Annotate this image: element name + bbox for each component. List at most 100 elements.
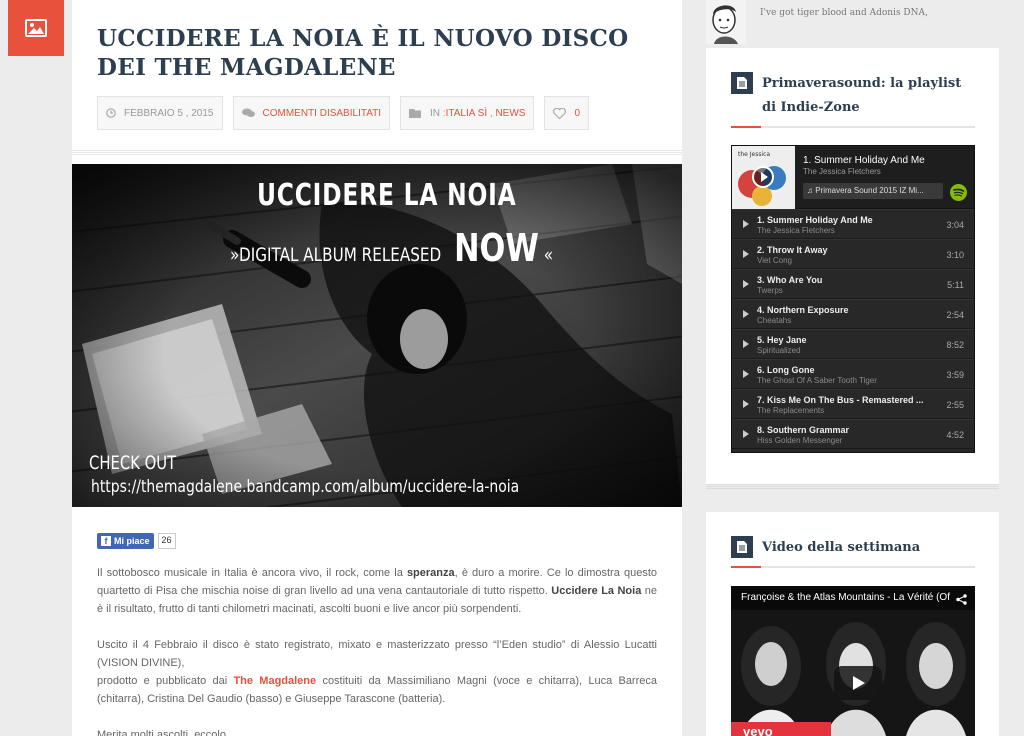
track-artist: The Replacements (757, 406, 825, 415)
post-categories: IN : ITALIA SÌ , NEWS (400, 96, 535, 130)
track-row[interactable]: 4. Northern Exposure Cheatahs 2:54 (732, 299, 974, 329)
video-title[interactable]: Françoise & the Atlas Mountains - La Vér… (741, 592, 951, 603)
p1-bold-album: Uccidere La Noia (551, 585, 642, 597)
track-row[interactable]: 8. Southern Grammar Hiss Golden Messenger… (732, 419, 974, 449)
play-arrow-icon[interactable] (743, 250, 749, 258)
playlist-widget-header: Primaverasound: la playlist di Indie-Zon… (731, 72, 975, 120)
paragraph-3: Merita molti ascolti, eccolo. (97, 729, 230, 736)
track-row[interactable]: 2. Throw It Away Viet Cong 3:10 (732, 239, 974, 269)
hero-now-text: NOW (454, 226, 539, 270)
folder-icon (409, 108, 422, 118)
spotify-player: the Jessica 1. Summer Holiday And Me The… (731, 145, 975, 453)
track-title: 6. Long Gone (757, 365, 815, 375)
track-title: 1. Summer Holiday And Me (757, 215, 873, 225)
spotify-tracklist: 1. Summer Holiday And Me The Jessica Flet… (732, 209, 974, 449)
categories-prefix: IN : (430, 107, 446, 119)
album-cover: the Jessica (732, 146, 795, 209)
post-format-image-badge[interactable] (8, 0, 64, 56)
video-widget-underline (731, 566, 975, 568)
like-button[interactable]: 0 (544, 96, 589, 130)
track-row[interactable]: 5. Hey Jane Spiritualized 8:52 (732, 329, 974, 359)
track-row[interactable]: 1. Summer Holiday And Me The Jessica Flet… (732, 209, 974, 239)
document-icon (731, 536, 753, 558)
play-arrow-icon[interactable] (743, 310, 749, 318)
p1-text-a: Il sottobosco musicale in Italia è ancor… (97, 567, 407, 579)
track-row[interactable]: 6. Long Gone The Ghost Of A Saber Tooth T… (732, 359, 974, 389)
track-artist: Spiritualized (757, 346, 801, 355)
post-title[interactable]: UCCIDERE LA NOIA È IL NUOVO DISCO DEI TH… (97, 24, 667, 82)
track-artist: Viet Cong (757, 256, 792, 265)
like-count: 0 (574, 107, 580, 119)
play-arrow-icon[interactable] (743, 340, 749, 348)
p2-text-a: Uscito il 4 Febbraio il disco è stato re… (97, 639, 657, 669)
playlist-widget-underline (731, 126, 975, 128)
track-title: 2. Throw It Away (757, 245, 828, 255)
track-duration: 2:55 (946, 400, 964, 410)
spotify-play-button[interactable] (752, 166, 774, 188)
article: UCCIDERE LA NOIA È IL NUOVO DISCO DEI TH… (72, 0, 682, 736)
facebook-like-widget: f Mi piace 26 (97, 533, 176, 549)
sidebar-quote-bar: I've got tiger blood and Adonis DNA, (706, 0, 999, 44)
facebook-like-count: 26 (157, 533, 176, 549)
now-playing-title: 1. Summer Holiday And Me (803, 155, 925, 166)
track-artist: The Ghost Of A Saber Tooth Tiger (757, 376, 877, 385)
category-link-news[interactable]: NEWS (495, 108, 525, 119)
image-icon (25, 19, 47, 37)
hero-subline: »DIGITAL ALBUM RELEASED NOW « (230, 226, 553, 270)
comments-icon (241, 108, 255, 118)
post-date: FEBBRAIO 5 , 2015 (97, 96, 223, 130)
avatar (706, 0, 746, 44)
hero-heading: UCCIDERE LA NOIA (257, 178, 517, 213)
play-arrow-icon[interactable] (743, 370, 749, 378)
track-row[interactable]: 3. Who Are You Twerps 5:11 (732, 269, 974, 299)
track-title: 4. Northern Exposure (757, 305, 849, 315)
play-arrow-icon[interactable] (743, 400, 749, 408)
document-icon (731, 72, 753, 94)
track-row[interactable]: 7. Kiss Me On The Bus - Remastered ... Th… (732, 389, 974, 419)
video-thumbnail (731, 586, 975, 736)
play-arrow-icon[interactable] (743, 280, 749, 288)
playlist-name[interactable]: ♫ Primavera Sound 2015 IZ Mi... (803, 183, 943, 199)
category-separator: , (487, 107, 496, 119)
meta-divider (72, 150, 682, 155)
hero-bandcamp-url: https://themagdalene.bandcamp.com/album/… (91, 477, 520, 497)
play-arrow-icon[interactable] (743, 430, 749, 438)
p2-text-b: prodotto e pubblicato dai (97, 675, 234, 687)
paragraph-2: Uscito il 4 Febbraio il disco è stato re… (97, 636, 657, 708)
post-comments[interactable]: COMMENTI DISABILITATI (232, 96, 391, 130)
track-title: 7. Kiss Me On The Bus - Remastered ... (757, 395, 924, 405)
video-widget: Video della settimana Françoise & the At… (706, 512, 999, 736)
p1-bold-speranza: speranza (406, 567, 455, 579)
track-artist: The Jessica Fletchers (757, 226, 835, 235)
track-duration: 3:10 (946, 250, 964, 260)
share-icon[interactable] (956, 592, 967, 610)
paragraph-1: Il sottobosco musicale in Italia è ancor… (97, 564, 657, 618)
post-featured-image[interactable]: UCCIDERE LA NOIA »DIGITAL ALBUM RELEASED… (72, 164, 682, 507)
track-title: 5. Hey Jane (757, 335, 807, 345)
facebook-icon: f (101, 536, 111, 546)
spotify-logo-icon[interactable] (950, 184, 967, 201)
spotify-now-playing: the Jessica 1. Summer Holiday And Me The… (732, 146, 974, 209)
comments-text[interactable]: COMMENTI DISABILITATI (263, 108, 382, 119)
post-date-text: FEBBRAIO 5 , 2015 (124, 107, 214, 119)
sidebar-quote: I've got tiger blood and Adonis DNA, (760, 8, 928, 18)
track-artist: Cheatahs (757, 316, 792, 325)
track-duration: 4:52 (946, 430, 964, 440)
hero-check-out: CHECK OUT (89, 452, 177, 474)
now-playing-artist: The Jessica Fletchers (803, 167, 881, 176)
band-link[interactable]: The Magdalene (233, 675, 316, 687)
track-title: 8. Southern Grammar (757, 425, 850, 435)
widget-shadow (706, 484, 999, 490)
facebook-like-label: Mi piace (114, 536, 150, 546)
track-duration: 3:04 (946, 220, 964, 230)
post-content: Il sottobosco musicale in Italia è ancor… (97, 564, 657, 736)
youtube-video-embed[interactable]: Françoise & the Atlas Mountains - La Vér… (731, 586, 975, 736)
post-meta: FEBBRAIO 5 , 2015 COMMENTI DISABILITATI … (97, 96, 589, 130)
hero-release-tail: « (543, 244, 554, 266)
video-widget-header: Video della settimana (731, 536, 975, 560)
facebook-like-button[interactable]: f Mi piace (97, 533, 154, 549)
play-arrow-icon[interactable] (743, 220, 749, 228)
category-link-italia[interactable]: ITALIA SÌ (446, 108, 488, 119)
video-play-button[interactable] (834, 666, 882, 700)
clock-icon (106, 108, 116, 118)
